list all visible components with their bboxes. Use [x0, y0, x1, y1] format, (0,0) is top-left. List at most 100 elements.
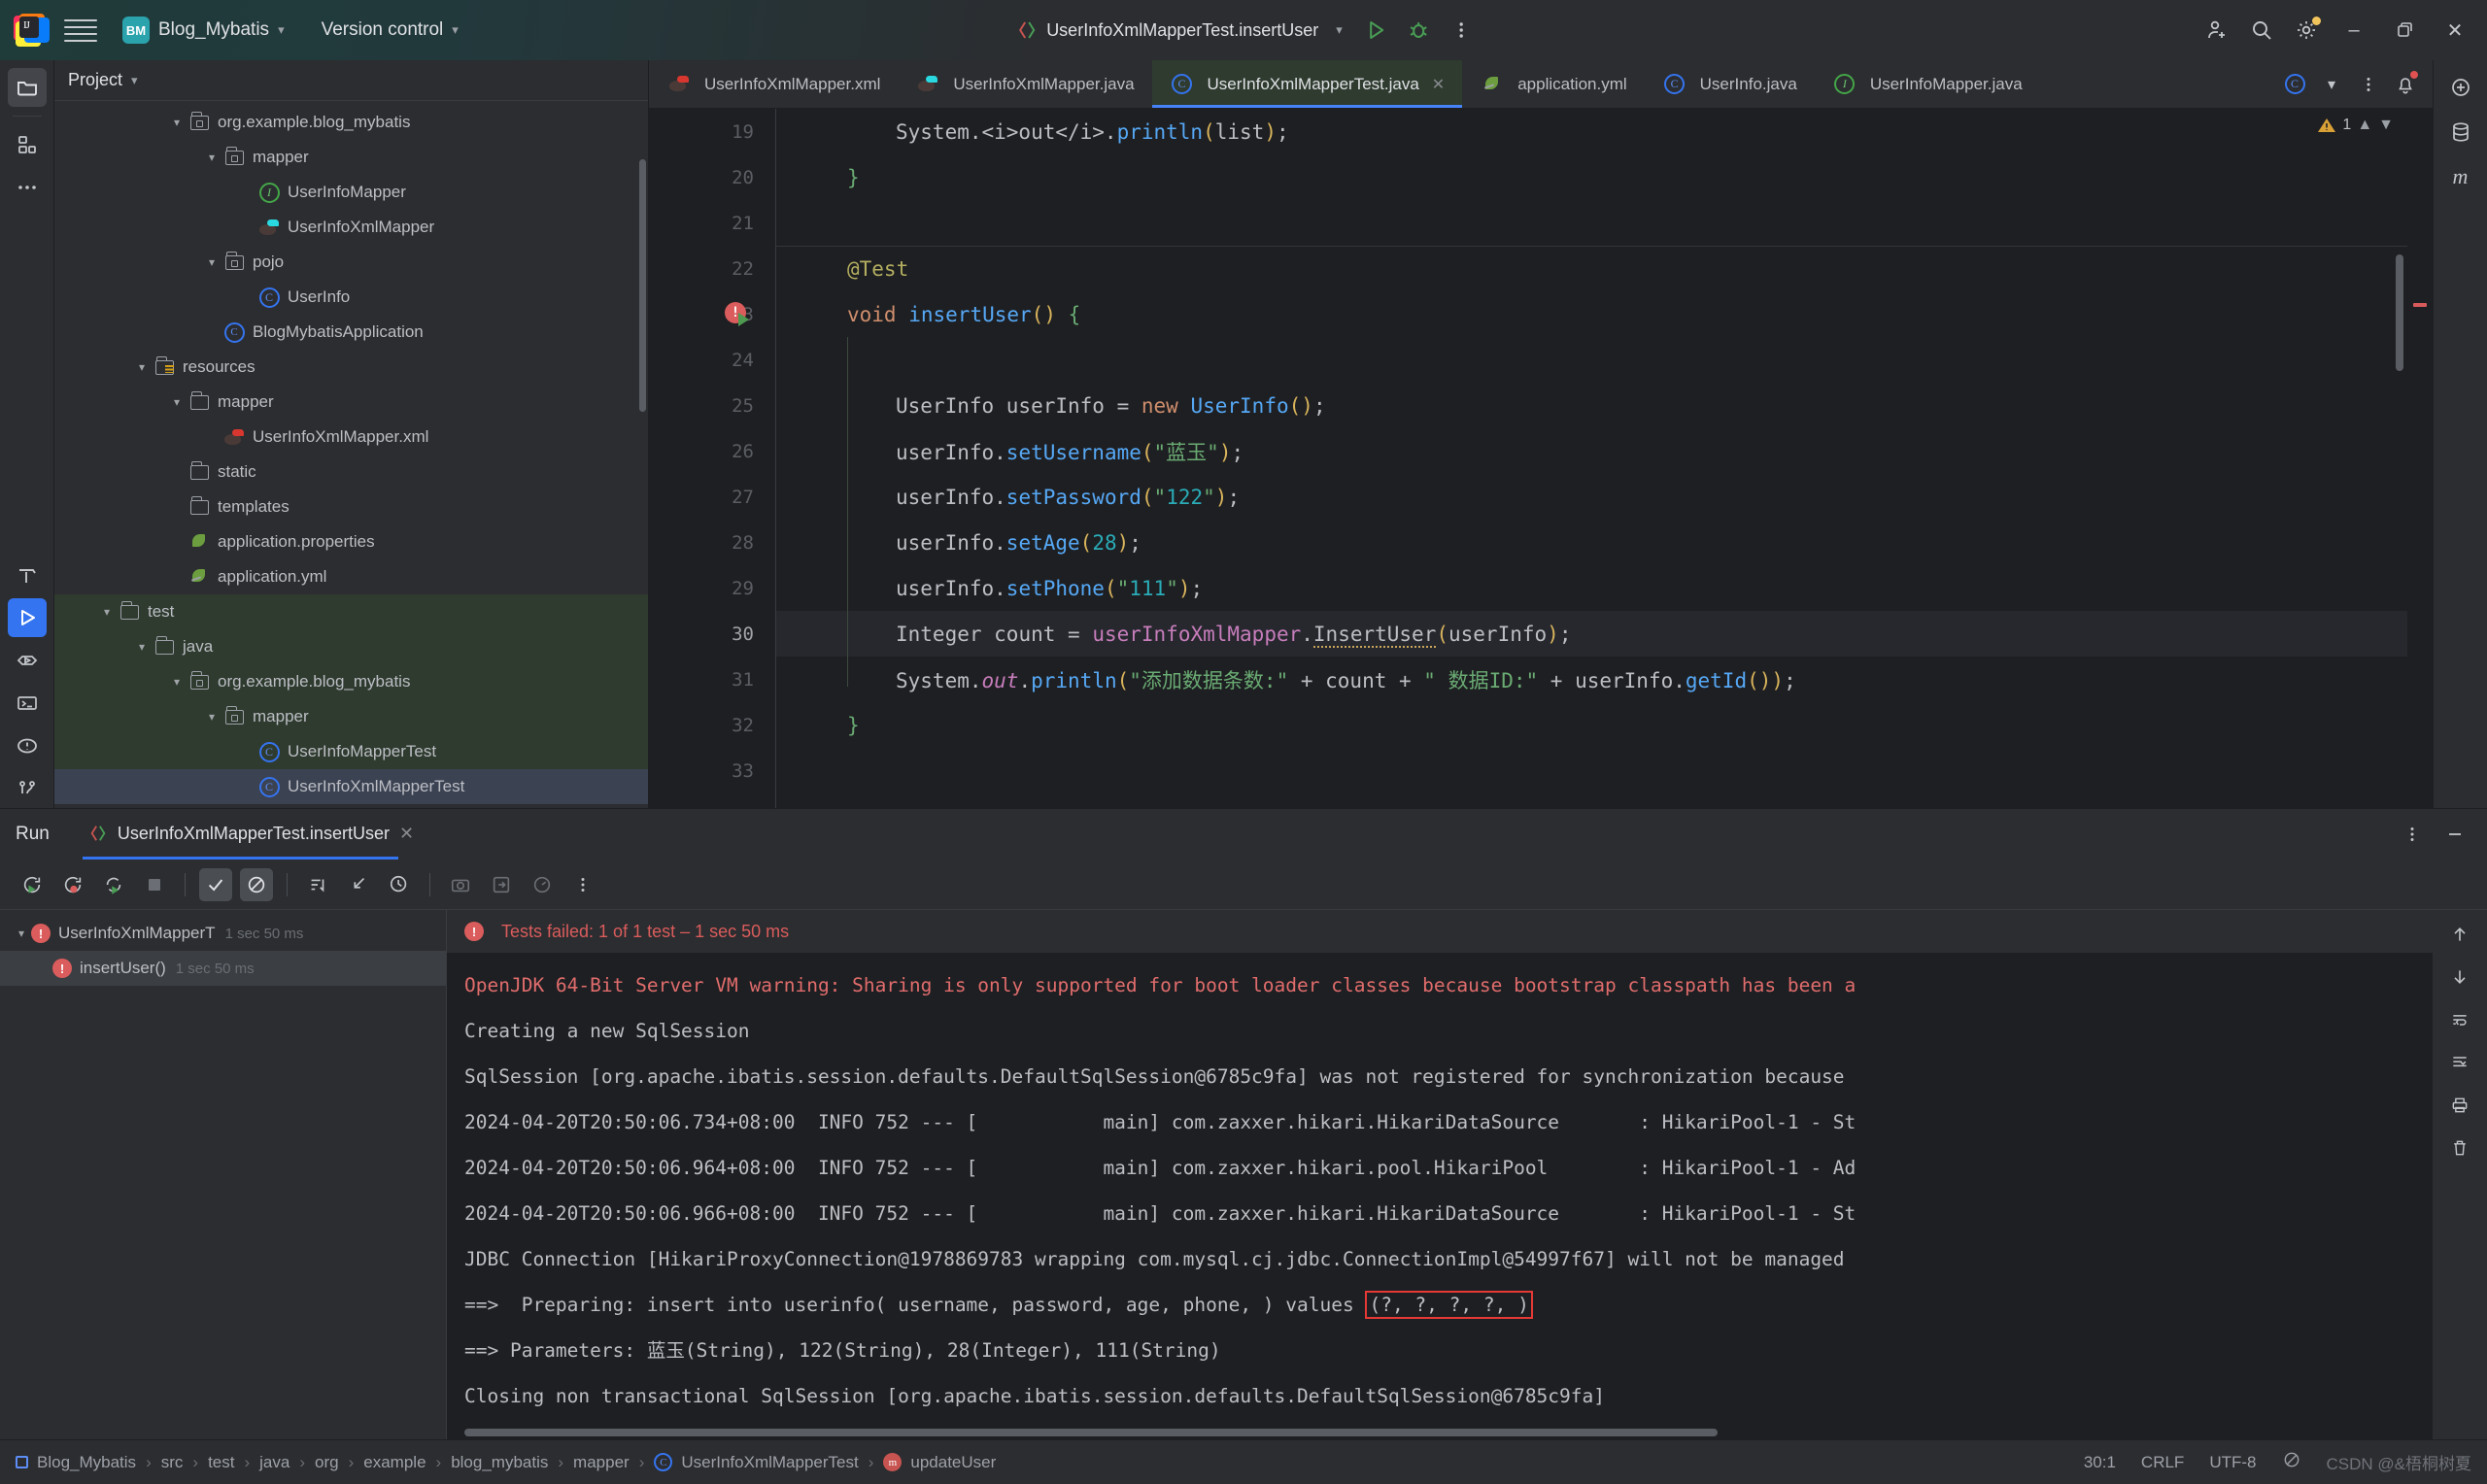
hamburger-menu-icon[interactable] — [64, 14, 97, 47]
gutter-line-29[interactable]: 29 — [649, 565, 775, 611]
tree-item-static[interactable]: ▾static — [54, 455, 648, 489]
printer-icon[interactable] — [2443, 1089, 2476, 1122]
tree-item-test[interactable]: ▾ test — [54, 594, 648, 629]
gutter-line-24[interactable]: 24 — [649, 337, 775, 383]
sidebar-item-more[interactable] — [8, 168, 47, 207]
code-area[interactable]: System.<i>out</i>.println(list);} @Test vo… — [775, 109, 2433, 808]
tree-item-application-properties[interactable]: ▾application.properties — [54, 524, 648, 559]
breadcrumb-item-blog-mybatis[interactable]: Blog_Mybatis — [16, 1453, 136, 1472]
code-line-27[interactable]: userInfo.setPassword("122"); — [775, 474, 2433, 520]
more-vertical-icon[interactable] — [2396, 818, 2429, 851]
console-text[interactable]: OpenJDK 64-Bit Server VM warning: Sharin… — [447, 953, 2487, 1439]
breadcrumb-item-updateuser[interactable]: m updateUser — [883, 1453, 996, 1472]
debug-icon[interactable] — [1399, 11, 1438, 50]
tree-item-application-yml[interactable]: ▾application.yml — [54, 559, 648, 594]
sidebar-item-project[interactable] — [7, 68, 47, 107]
gear-icon[interactable] — [2287, 11, 2326, 50]
breadcrumb-item-mapper[interactable]: mapper — [573, 1453, 630, 1472]
sidebar-item-git[interactable] — [8, 769, 47, 808]
version-control-menu[interactable]: Version control ▾ — [314, 16, 466, 45]
caret-position[interactable]: 30:1 — [2084, 1453, 2116, 1472]
gutter-line-23[interactable]: 23! — [649, 291, 775, 337]
clock-icon[interactable] — [383, 868, 416, 901]
code-line-29[interactable]: userInfo.setPhone("111"); — [775, 565, 2433, 611]
tree-item-blogmybatisapplication[interactable]: ▾CBlogMybatisApplication — [54, 315, 648, 350]
tree-item-userinfo[interactable]: ▾CUserInfo — [54, 280, 648, 315]
tree-item-java[interactable]: ▾ java — [54, 629, 648, 664]
breadcrumb-item-userinfoxmlmappertest[interactable]: C UserInfoXmlMapperTest — [654, 1453, 859, 1472]
chevron-down-icon[interactable]: ▾ — [202, 710, 221, 724]
gutter-line-20[interactable]: 20 — [649, 154, 775, 200]
gutter-line-30[interactable]: 30 — [649, 611, 775, 657]
gutter-line-19[interactable]: 19 — [649, 109, 775, 154]
tree-item-pojo[interactable]: ▾ pojo — [54, 245, 648, 280]
ignored-icon[interactable] — [240, 867, 273, 901]
sort-icon[interactable] — [301, 868, 334, 901]
test-tree-item[interactable]: ▾! UserInfoXmlMapperT 1 sec 50 ms — [0, 916, 446, 951]
trash-icon[interactable] — [2443, 1131, 2476, 1164]
more-vertical-icon[interactable] — [2351, 67, 2386, 102]
sidebar-item-run[interactable] — [7, 598, 47, 637]
sidebar-item-problems[interactable] — [8, 726, 47, 765]
more-vertical-icon[interactable] — [1442, 11, 1481, 50]
editor-gutter[interactable]: 1920212223!24252627282930313233 — [649, 109, 775, 808]
gutter-line-32[interactable]: 32 — [649, 702, 775, 748]
inspections-off-icon[interactable] — [2282, 1450, 2301, 1474]
sidebar-item-ai-assistant[interactable] — [2441, 68, 2480, 107]
inspection-prev-icon[interactable]: ▲ — [2357, 117, 2372, 134]
stop-square-icon[interactable] — [138, 868, 171, 901]
chevron-down-icon[interactable]: ▾ — [167, 116, 187, 129]
code-line-33[interactable] — [775, 748, 2433, 793]
tree-item-userinfomappertest[interactable]: ▾CUserInfoMapperTest — [54, 734, 648, 769]
minimize-window-button[interactable]: – — [2332, 8, 2376, 52]
code-line-25[interactable]: UserInfo userInfo = new UserInfo(); — [775, 383, 2433, 428]
arrow-down-icon[interactable] — [2443, 961, 2476, 994]
run-gutter-icon[interactable] — [738, 313, 749, 326]
code-line-26[interactable]: userInfo.setUsername("蓝玉"); — [775, 428, 2433, 474]
code-line-20[interactable]: } — [775, 154, 2433, 200]
minimize-icon[interactable] — [2438, 818, 2471, 851]
editor-tab-userinfoxmlmappertest-java[interactable]: C UserInfoXmlMapperTest.java ✕ — [1151, 60, 1463, 108]
tree-item-mapper[interactable]: ▾ mapper — [54, 699, 648, 734]
gutter-line-26[interactable]: 26 — [649, 428, 775, 474]
code-line-22[interactable]: @Test — [775, 246, 2433, 291]
chevron-down-icon[interactable]: ▾ — [97, 605, 117, 619]
close-icon[interactable]: ✕ — [1432, 75, 1445, 94]
tree-item-userinfomapper[interactable]: ▾IUserInfoMapper — [54, 175, 648, 210]
gutter-line-25[interactable]: 25 — [649, 383, 775, 428]
rerun-failed-icon[interactable] — [56, 868, 89, 901]
search-icon[interactable] — [2242, 11, 2281, 50]
chevron-down-icon[interactable]: ▾ — [202, 255, 221, 269]
scroll-end-icon[interactable] — [2443, 1046, 2476, 1079]
maximize-window-button[interactable] — [2382, 8, 2427, 52]
sidebar-item-build[interactable] — [8, 556, 47, 594]
collapse-icon[interactable] — [342, 868, 375, 901]
auto-test-icon[interactable] — [97, 868, 130, 901]
sidebar-item-structure[interactable] — [8, 125, 47, 164]
editor-scrollbar[interactable] — [2396, 254, 2403, 371]
run-configuration-selector[interactable]: UserInfoXmlMapperTest.insertUser ▾ — [1006, 16, 1352, 45]
editor-tab-userinfo-java[interactable]: C UserInfo.java — [1645, 60, 1815, 108]
encoding[interactable]: UTF-8 — [2209, 1453, 2256, 1472]
breadcrumb-item-src[interactable]: src — [161, 1453, 184, 1472]
tree-item-templates[interactable]: ▾templates — [54, 489, 648, 524]
inspection-widget[interactable]: 1 ▲ ▼ — [2317, 117, 2394, 134]
gutter-line-33[interactable]: 33 — [649, 748, 775, 793]
tree-item-userinfoxmlmapper-xml[interactable]: ▾UserInfoXmlMapper.xml — [54, 420, 648, 455]
code-line-21[interactable] — [775, 200, 2433, 246]
tree-item-userinfoxmlmappertest[interactable]: ▾CUserInfoXmlMapperTest — [54, 769, 648, 804]
editor-tab-userinfoxmlmapper-xml[interactable]: UserInfoXmlMapper.xml — [649, 60, 898, 108]
project-selector[interactable]: BM Blog_Mybatis ▾ — [115, 13, 292, 48]
tab-overflow-class-icon[interactable]: C — [2277, 67, 2312, 102]
camera-icon[interactable] — [444, 868, 477, 901]
code-line-23[interactable]: void insertUser() { — [775, 291, 2433, 337]
inspection-marker[interactable] — [2413, 303, 2427, 307]
breadcrumb-item-java[interactable]: java — [259, 1453, 290, 1472]
tree-item-mapper[interactable]: ▾ mapper — [54, 385, 648, 420]
project-panel-header[interactable]: Project ▾ — [54, 60, 648, 101]
chevron-down-icon[interactable]: ▾ — [167, 675, 187, 689]
close-window-button[interactable]: ✕ — [2433, 8, 2477, 52]
test-tree-item[interactable]: ▾!insertUser()1 sec 50 ms — [0, 951, 446, 986]
tree-item-resources[interactable]: ▾ resources — [54, 350, 648, 385]
tree-item-mapper[interactable]: ▾ mapper — [54, 140, 648, 175]
